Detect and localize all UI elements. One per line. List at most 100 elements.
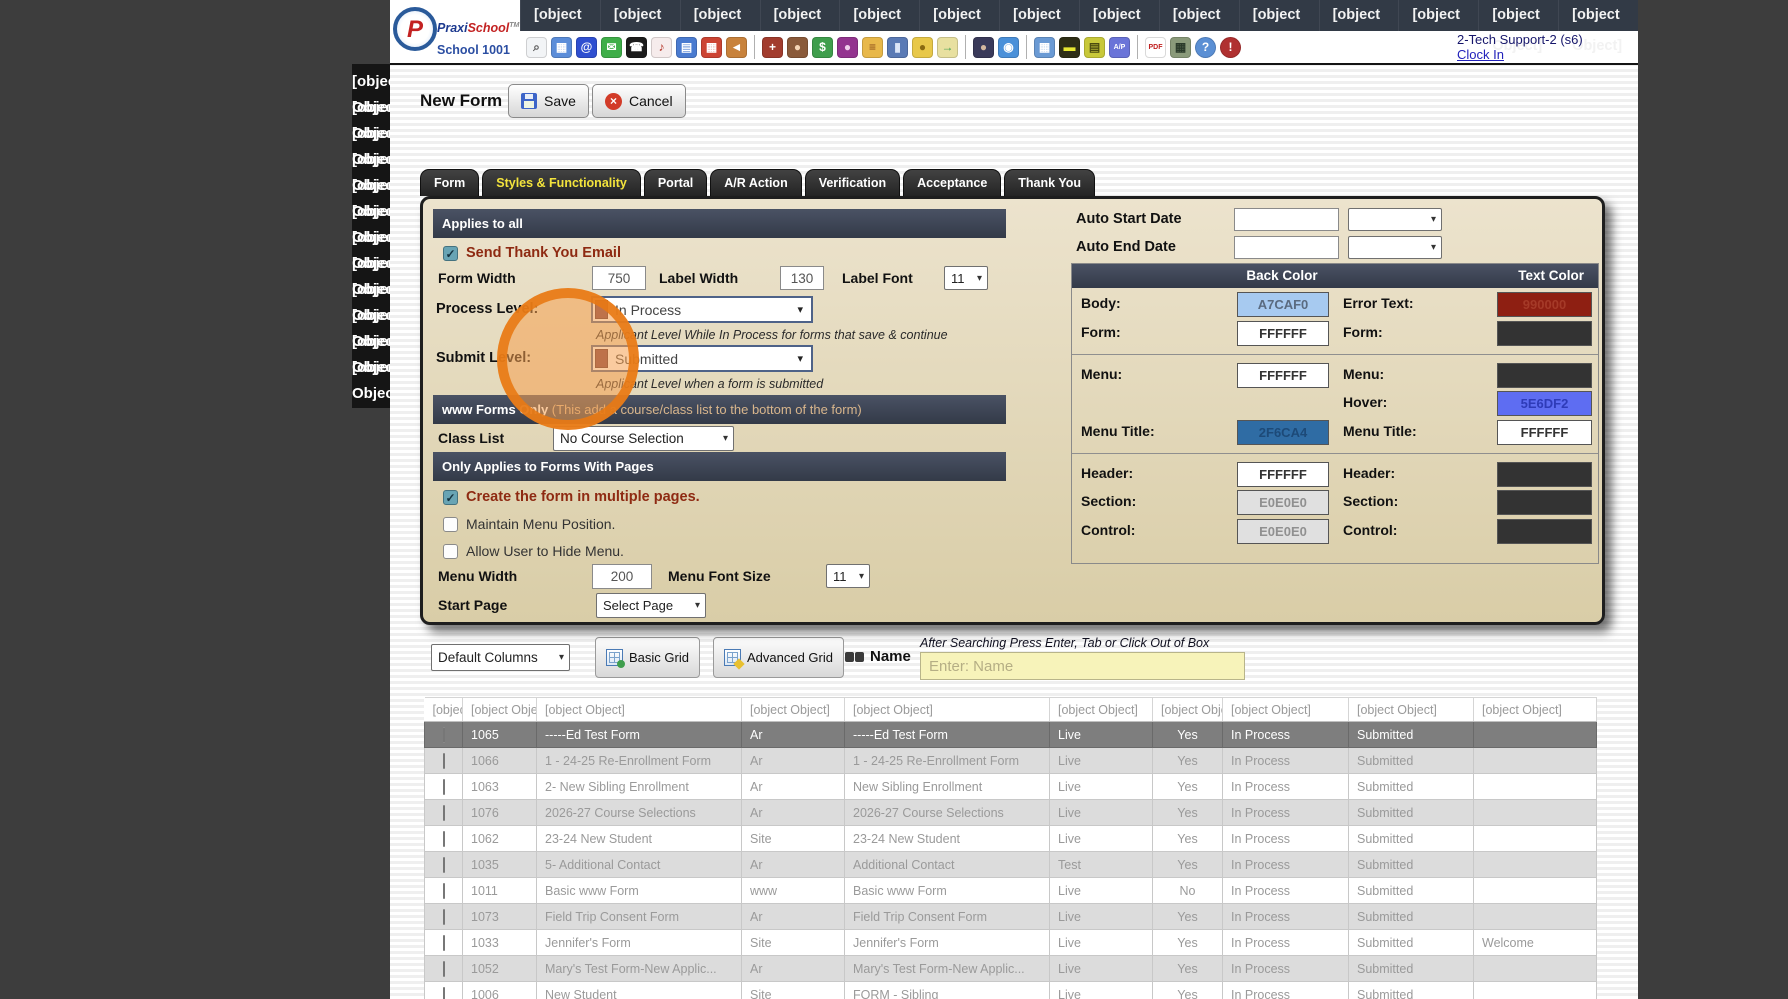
search-icon[interactable]: ⌕ [526, 36, 547, 58]
logo[interactable]: P PraxiSchoolTM School 1001 [390, 0, 520, 64]
grid-column-header[interactable]: [object Object] [462, 697, 537, 722]
back-color-input[interactable]: 2F6CA4 [1237, 420, 1329, 445]
back-color-input[interactable]: E0E0E0 [1237, 519, 1329, 544]
grid-icon[interactable]: ▦ [1034, 36, 1055, 58]
menu-item[interactable]: [object Object] [1558, 0, 1638, 54]
grid-column-header[interactable]: [object Object] [424, 697, 463, 722]
table-row[interactable]: 1006 New Student Site FORM - Sibling Liv… [424, 981, 1597, 999]
text-color-input[interactable] [1497, 462, 1592, 487]
table-row[interactable]: 1065 -----Ed Test Form Ar -----Ed Test F… [424, 721, 1597, 748]
auto-start-date-select[interactable]: ▾ [1348, 208, 1442, 231]
menu-item[interactable]: [object Object] [1238, 0, 1319, 54]
menu-item[interactable]: [object Object] [1318, 0, 1399, 54]
tab[interactable]: Thank You [1004, 169, 1096, 196]
grid-column-header[interactable]: [object Object] [741, 697, 845, 722]
save-button[interactable]: Save [508, 84, 589, 118]
staff-icon[interactable]: ● [973, 36, 994, 58]
menu-item[interactable]: [object Object] [919, 0, 999, 54]
menu-width-input[interactable]: 200 [592, 564, 652, 589]
tab[interactable]: A/R Action [710, 169, 802, 196]
auto-start-date-input[interactable] [1234, 208, 1339, 231]
menu-item[interactable]: [object Object] [1158, 0, 1239, 54]
tab[interactable]: Verification [804, 169, 901, 196]
alert-icon[interactable]: ! [1220, 36, 1241, 58]
tag-checkbox[interactable] [442, 778, 445, 795]
bell-icon[interactable]: ● [912, 36, 933, 58]
tab[interactable]: Form [420, 169, 480, 196]
table-row[interactable]: 1052 Mary's Test Form-New Applic... Ar M… [424, 955, 1597, 982]
announcement-icon[interactable]: ◄ [726, 36, 747, 58]
tag-checkbox[interactable] [442, 986, 445, 999]
basic-grid-button[interactable]: Basic Grid [595, 637, 700, 678]
label-width-input[interactable]: 130 [780, 266, 824, 290]
auto-end-date-select[interactable]: ▾ [1348, 236, 1442, 259]
label-font-select[interactable]: 11 ▾ [944, 266, 988, 290]
back-color-input[interactable]: E0E0E0 [1237, 490, 1329, 515]
default-columns-select[interactable]: Default Columns ▾ [431, 644, 570, 671]
pdf-icon[interactable]: PDF [1145, 36, 1166, 58]
advanced-grid-button[interactable]: Advanced Grid [713, 637, 844, 678]
schedule-icon[interactable]: ▤ [676, 36, 697, 58]
tab[interactable]: Portal [643, 169, 708, 196]
tag-checkbox[interactable] [442, 752, 445, 769]
table-row[interactable]: 1062 23-24 New Student Site 23-24 New St… [424, 825, 1597, 852]
text-color-input[interactable] [1497, 490, 1592, 515]
register-icon[interactable]: ▦ [1170, 36, 1191, 58]
person-icon[interactable]: ● [787, 36, 808, 58]
calendar-red-icon[interactable]: ▦ [701, 36, 722, 58]
tag-checkbox[interactable] [442, 830, 445, 847]
form-width-input[interactable]: 750 [592, 266, 646, 290]
tag-checkbox[interactable] [442, 804, 445, 821]
menu-item[interactable]: [object Object] [759, 0, 840, 54]
table-row[interactable]: 1066 1 - 24-25 Re-Enrollment Form Ar 1 -… [424, 747, 1597, 774]
grid-column-header[interactable]: [object Object] [1152, 697, 1223, 722]
menu-item[interactable]: [object Object] [999, 0, 1079, 54]
grid-column-header[interactable]: [object Object] [1222, 697, 1349, 722]
menu-item[interactable]: [object Object] [1079, 0, 1159, 54]
ap-icon[interactable]: A/P [1109, 36, 1130, 58]
print-icon[interactable]: ▤ [1084, 36, 1105, 58]
grid-column-header[interactable]: [object Object] [1473, 697, 1597, 722]
send-thank-you-checkbox[interactable] [443, 245, 458, 261]
text-color-input[interactable] [1497, 519, 1592, 544]
calendar-icon[interactable]: ▦ [551, 36, 572, 58]
audio-icon[interactable]: ♪ [651, 36, 672, 58]
add-person-icon[interactable]: + [762, 36, 783, 58]
menu-item[interactable]: [object Object] [1478, 0, 1558, 54]
menu-font-size-select[interactable]: 11 ▾ [826, 564, 870, 588]
grid-column-header[interactable]: [object Object] [1049, 697, 1153, 722]
text-color-input[interactable] [1497, 321, 1592, 346]
back-color-input[interactable]: FFFFFF [1237, 363, 1329, 388]
grid-column-header[interactable]: [object Object] [536, 697, 742, 722]
tag-checkbox[interactable] [442, 908, 445, 925]
tag-checkbox[interactable] [442, 882, 445, 899]
tag-checkbox[interactable] [442, 934, 445, 951]
tab[interactable]: Styles & Functionality [482, 169, 641, 196]
menu-item[interactable]: [object Object] [1398, 0, 1478, 54]
class-list-select[interactable]: No Course Selection ▾ [553, 426, 734, 451]
table-row[interactable]: 1011 Basic www Form www Basic www Form L… [424, 877, 1597, 904]
auto-end-date-input[interactable] [1234, 236, 1339, 259]
table-row[interactable]: 1033 Jennifer's Form Site Jennifer's For… [424, 929, 1597, 956]
text-color-input[interactable] [1497, 363, 1592, 388]
name-search-input[interactable]: Enter: Name [920, 652, 1245, 680]
grid-column-header[interactable]: [object Object] [844, 697, 1050, 722]
menu-item[interactable]: [object Object] [599, 0, 680, 54]
menu-item[interactable]: [object Object] [520, 0, 600, 54]
tag-checkbox[interactable] [442, 726, 445, 743]
email-icon[interactable]: @ [576, 36, 597, 58]
start-page-select[interactable]: Select Page ▾ [596, 593, 706, 618]
people-icon[interactable]: ● [837, 36, 858, 58]
chat-icon[interactable]: ✉ [601, 36, 622, 58]
cancel-button[interactable]: × Cancel [592, 84, 686, 118]
table-row[interactable]: 1035 5- Additional Contact Ar Additional… [424, 851, 1597, 878]
text-color-input[interactable]: 5E6DF2 [1497, 391, 1592, 416]
back-color-input[interactable]: FFFFFF [1237, 321, 1329, 346]
table-row[interactable]: 1063 2- New Sibling Enrollment Ar New Si… [424, 773, 1597, 800]
multiple-pages-checkbox[interactable] [443, 489, 458, 505]
menu-item[interactable]: [object Object] [679, 0, 760, 54]
notebook-icon[interactable]: ▮ [887, 36, 908, 58]
tag-checkbox[interactable] [442, 960, 445, 977]
maintain-menu-checkbox[interactable] [443, 516, 458, 532]
text-color-input[interactable]: FFFFFF [1497, 420, 1592, 445]
